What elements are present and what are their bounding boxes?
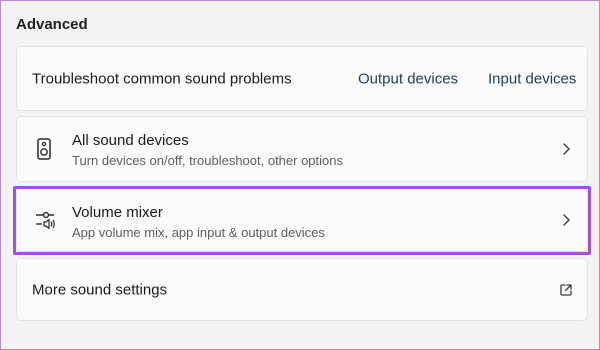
section-title: Advanced [16, 16, 88, 33]
volume-mixer-item[interactable]: Volume mixer App volume mix, app input &… [16, 188, 588, 252]
speaker-icon [37, 138, 51, 160]
all-sound-devices-title: All sound devices [72, 132, 189, 149]
volume-mixer-title: Volume mixer [72, 204, 163, 221]
chevron-right-icon [563, 143, 570, 155]
all-sound-devices-subtitle: Turn devices on/off, troubleshoot, other… [72, 153, 344, 168]
output-devices-link[interactable]: Output devices [358, 70, 458, 87]
volume-mixer-icon [36, 211, 55, 230]
volume-mixer-subtitle: App volume mix, app input & output devic… [72, 225, 325, 240]
more-sound-settings-label: More sound settings [32, 281, 168, 298]
more-sound-settings-item[interactable]: More sound settings [16, 258, 588, 321]
input-devices-link[interactable]: Input devices [488, 70, 576, 87]
troubleshoot-card: Troubleshoot common sound problems Outpu… [16, 46, 588, 111]
all-sound-devices-item[interactable]: All sound devices Turn devices on/off, t… [16, 116, 588, 182]
chevron-right-icon [563, 214, 570, 226]
external-link-icon [560, 283, 572, 296]
troubleshoot-label: Troubleshoot common sound problems [32, 70, 292, 87]
